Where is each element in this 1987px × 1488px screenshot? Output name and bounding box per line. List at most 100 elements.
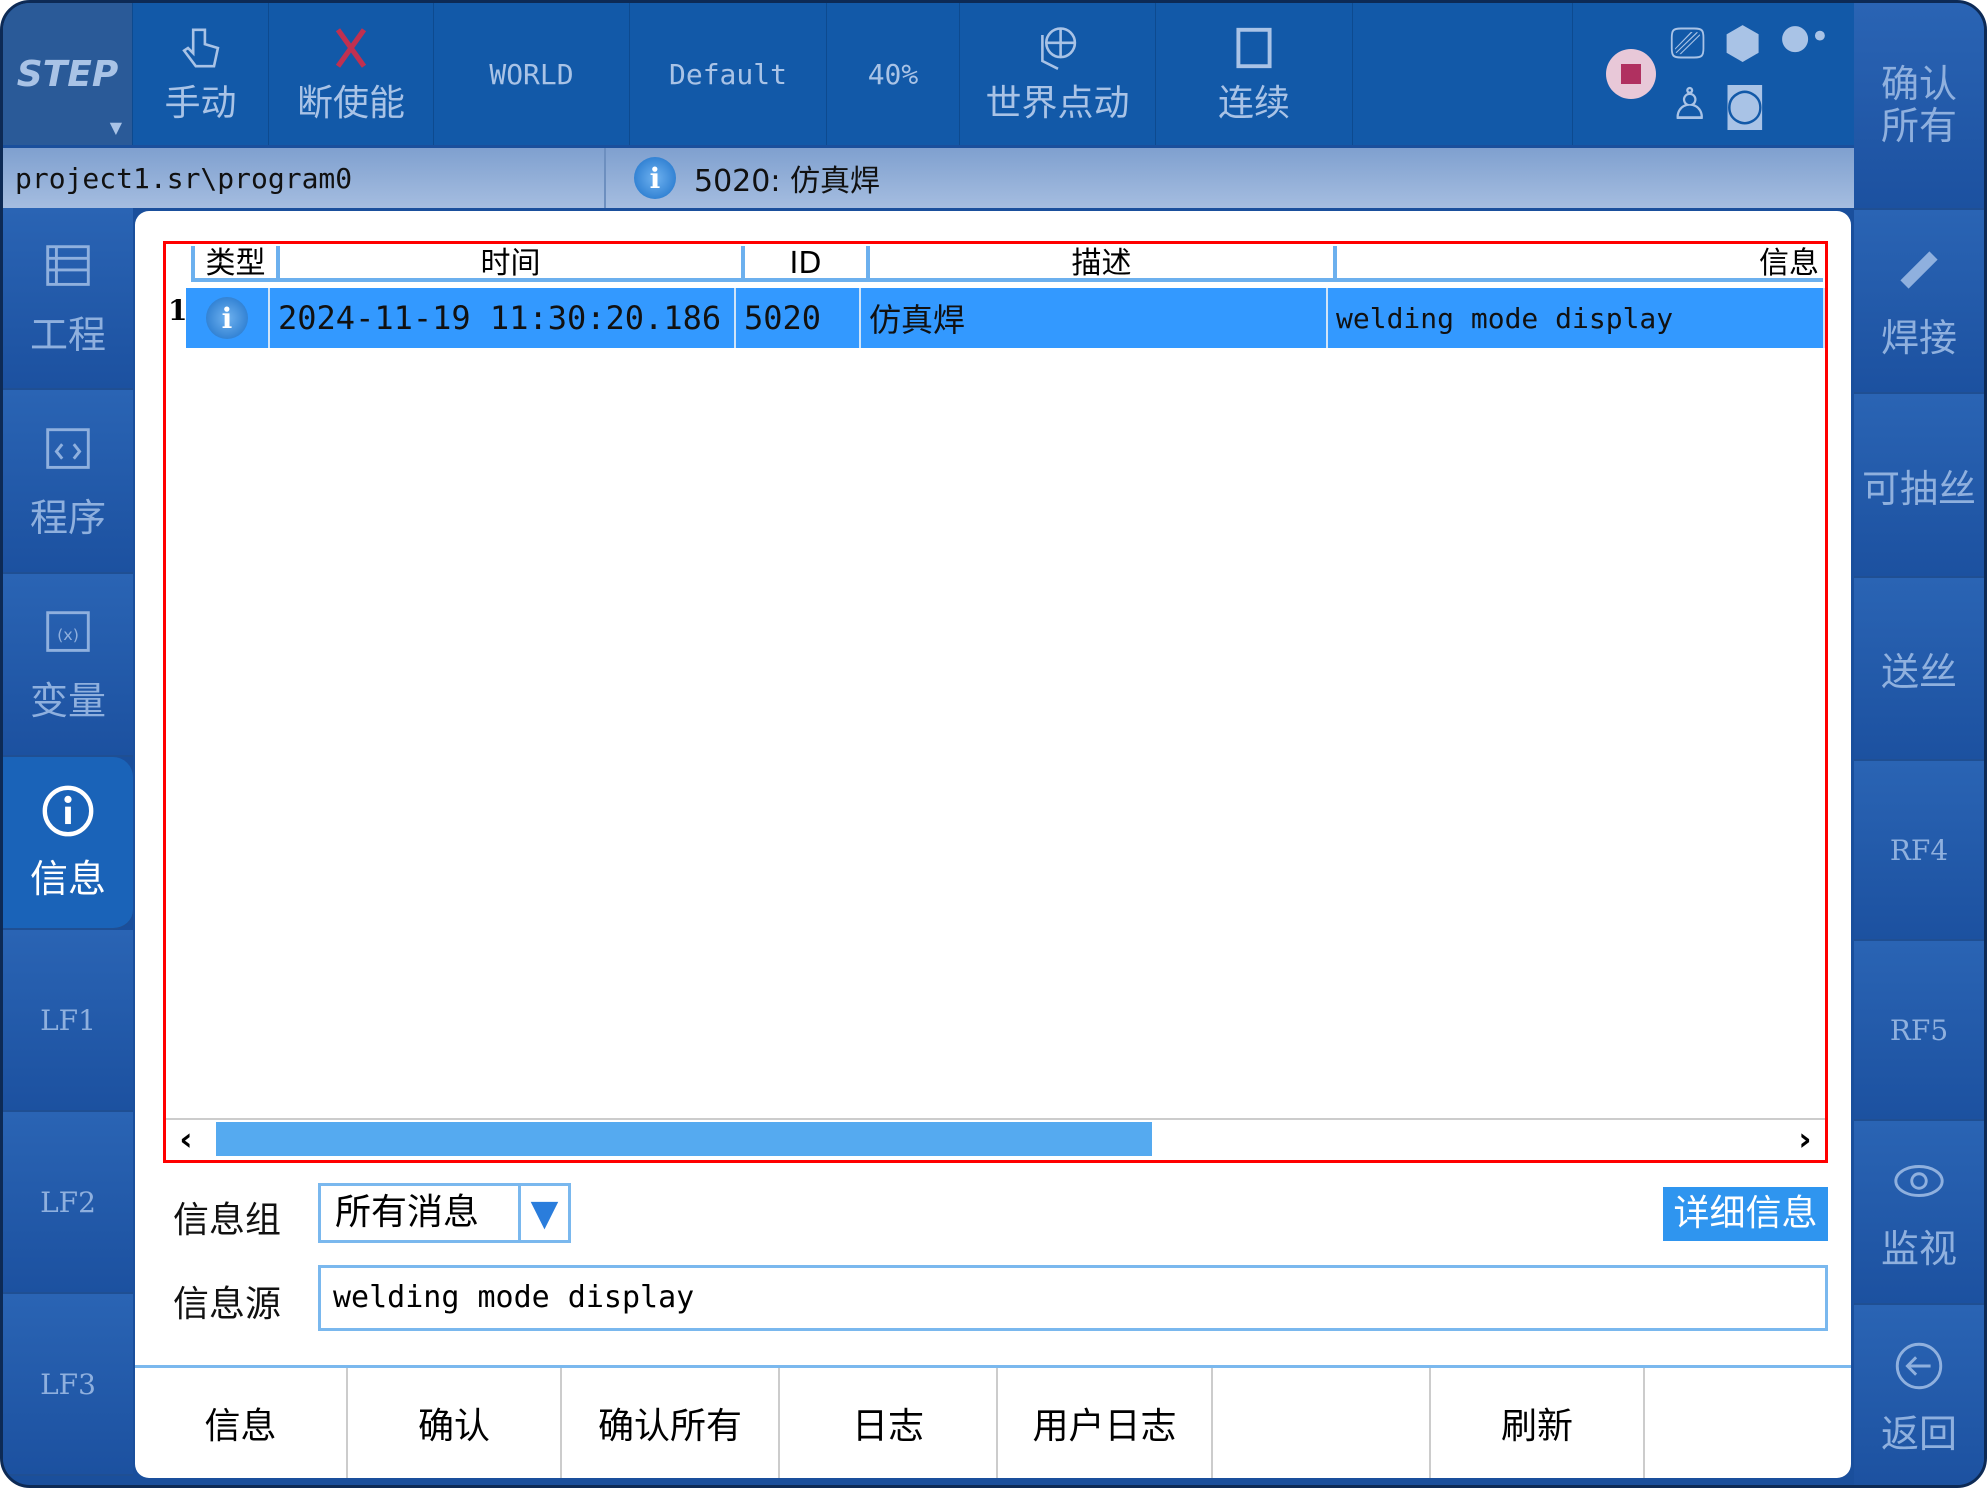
path-bar: project1.sr\program0 i 5020: 仿真焊 bbox=[3, 148, 1863, 208]
manual-button[interactable]: 手动 bbox=[133, 3, 269, 145]
toolbar-spacer bbox=[1353, 3, 1573, 145]
bottom-button-confirm-all[interactable]: 确认所有 bbox=[562, 1368, 780, 1478]
cell-info: welding mode display bbox=[1328, 288, 1825, 348]
globe-icon bbox=[1040, 27, 1076, 70]
tool-button[interactable]: Default bbox=[630, 3, 827, 145]
manual-label: 手动 bbox=[164, 83, 237, 124]
column-header-info[interactable]: 信息 bbox=[1333, 246, 1823, 281]
coord-label: WORLD bbox=[489, 57, 574, 91]
camera-icon[interactable]: ◙ bbox=[1724, 79, 1767, 130]
scrollbar-thumb[interactable] bbox=[216, 1122, 1152, 1156]
app-window: STEP ▼ 手动 断使能 WORLD Default 40% 世界点动 连续 ⎚… bbox=[0, 0, 1987, 1488]
project-list-icon bbox=[46, 244, 90, 286]
bottom-button-empty[interactable] bbox=[1213, 1368, 1431, 1478]
dots-icon: ●• bbox=[1780, 17, 1830, 57]
sidebar-label: 可抽丝 bbox=[1861, 466, 1976, 511]
scroll-right-icon[interactable]: › bbox=[1785, 1120, 1825, 1158]
sidebar-label: LF1 bbox=[40, 1003, 96, 1037]
info-type-icon: i bbox=[206, 297, 248, 339]
column-header-desc[interactable]: 描述 bbox=[866, 246, 1333, 281]
bottom-toolbar: 信息 确认 确认所有 日志 用户日志 刷新 bbox=[135, 1365, 1851, 1478]
column-header-type[interactable]: 类型 bbox=[191, 246, 276, 281]
sidebar-item-lf3[interactable]: LF3 bbox=[3, 1294, 133, 1476]
source-label: 信息源 bbox=[173, 1284, 282, 1325]
continuous-button[interactable]: 连续 bbox=[1156, 3, 1353, 145]
sidebar-item-wire-feed[interactable]: 送丝 bbox=[1854, 578, 1984, 761]
bottom-button-info[interactable]: 信息 bbox=[135, 1368, 348, 1478]
coord-button[interactable]: WORLD bbox=[434, 3, 630, 145]
scroll-left-icon[interactable]: ‹ bbox=[166, 1120, 206, 1158]
hand-icon bbox=[181, 28, 219, 68]
source-field[interactable]: welding mode display bbox=[318, 1265, 1828, 1331]
bottom-button-refresh[interactable]: 刷新 bbox=[1431, 1368, 1645, 1478]
tool-label: Default bbox=[668, 57, 787, 91]
horizontal-scrollbar[interactable]: ‹ › bbox=[166, 1118, 1825, 1158]
jog-button[interactable]: 世界点动 bbox=[960, 3, 1156, 145]
dropdown-arrow-icon[interactable]: ▼ bbox=[518, 1186, 568, 1240]
cell-time: 2024-11-19 11:30:20.186 bbox=[270, 288, 736, 348]
sidebar-item-monitor[interactable]: 监视 bbox=[1854, 1121, 1984, 1305]
sidebar-label: RF4 bbox=[1889, 833, 1949, 867]
sidebar-label: 确认 所有 bbox=[1880, 61, 1957, 148]
detail-button[interactable]: 详细信息 bbox=[1663, 1187, 1828, 1241]
sidebar-item-program[interactable]: 程序 bbox=[3, 390, 133, 574]
left-sidebar: 工程 程序 (x) 变量 信息 LF1 LF2 LF3 bbox=[3, 208, 133, 1476]
speed-button[interactable]: 40% bbox=[827, 3, 960, 145]
continuous-icon bbox=[1236, 27, 1272, 69]
stop-icon[interactable] bbox=[1606, 49, 1657, 99]
sidebar-label: 信息 bbox=[29, 857, 106, 901]
info-icon: i bbox=[634, 157, 676, 199]
sidebar-item-project[interactable]: 工程 bbox=[3, 208, 133, 390]
sidebar-label: LF3 bbox=[40, 1367, 96, 1401]
bottom-button-log[interactable]: 日志 bbox=[780, 1368, 998, 1478]
sidebar-label: 工程 bbox=[29, 312, 106, 357]
group-dropdown[interactable]: 所有消息 ▼ bbox=[318, 1183, 571, 1243]
message-table: 类型 时间 ID 描述 信息 1 i 2024-11-19 11:30:20.1… bbox=[163, 241, 1828, 1163]
cube-icon: ⬢ bbox=[1723, 18, 1762, 69]
speed-label: 40% bbox=[867, 57, 919, 91]
column-header-time[interactable]: 时间 bbox=[276, 246, 741, 281]
current-message[interactable]: 5020: 仿真焊 bbox=[694, 156, 880, 200]
table-header: 类型 时间 ID 描述 信息 bbox=[191, 246, 1823, 282]
column-header-id[interactable]: ID bbox=[741, 246, 866, 281]
dropdown-icon: ▼ bbox=[109, 118, 122, 137]
disabled-robot-icon bbox=[335, 28, 367, 68]
row-number: 1 bbox=[168, 294, 188, 327]
continuous-label: 连续 bbox=[1217, 83, 1290, 124]
sidebar-item-back[interactable]: 返回 bbox=[1854, 1305, 1984, 1485]
svg-text:(x): (x) bbox=[57, 625, 79, 644]
disable-label: 断使能 bbox=[296, 83, 405, 124]
user-icon: ♙ bbox=[1670, 79, 1710, 130]
sidebar-label: 焊接 bbox=[1880, 315, 1957, 360]
bottom-button-empty-2[interactable] bbox=[1645, 1368, 1851, 1478]
program-path: project1.sr\program0 bbox=[3, 148, 606, 208]
cell-desc: 仿真焊 bbox=[861, 288, 1328, 348]
sidebar-label: 程序 bbox=[29, 495, 106, 540]
pendant-icon: ⎚ bbox=[1670, 18, 1706, 69]
sidebar-label: 监视 bbox=[1880, 1226, 1957, 1271]
cell-id: 5020 bbox=[736, 288, 861, 348]
code-icon bbox=[46, 427, 90, 469]
sidebar-label: 返回 bbox=[1880, 1411, 1957, 1456]
bottom-button-confirm[interactable]: 确认 bbox=[348, 1368, 562, 1478]
bottom-button-user-log[interactable]: 用户日志 bbox=[998, 1368, 1213, 1478]
sidebar-item-lf2[interactable]: LF2 bbox=[3, 1112, 133, 1294]
mode-selector[interactable]: STEP ▼ bbox=[3, 3, 133, 145]
sidebar-item-variable[interactable]: (x) 变量 bbox=[3, 574, 133, 757]
sidebar-item-rf5[interactable]: RF5 bbox=[1854, 941, 1984, 1121]
table-row[interactable]: i 2024-11-19 11:30:20.186 5020 仿真焊 weldi… bbox=[186, 288, 1825, 348]
disable-button[interactable]: 断使能 bbox=[269, 3, 434, 145]
mode-label: STEP bbox=[16, 53, 119, 95]
variable-icon: (x) bbox=[46, 611, 90, 652]
sidebar-item-rf4[interactable]: RF4 bbox=[1854, 761, 1984, 941]
confirm-all-top-button[interactable]: 确认 所有 bbox=[1854, 3, 1984, 210]
group-label: 信息组 bbox=[173, 1200, 282, 1241]
sidebar-item-info[interactable]: 信息 bbox=[3, 757, 133, 930]
sidebar-label: 送丝 bbox=[1880, 650, 1957, 694]
sidebar-item-lf1[interactable]: LF1 bbox=[3, 930, 133, 1112]
sidebar-label: RF5 bbox=[1889, 1013, 1949, 1047]
sidebar-item-welding[interactable]: 焊接 bbox=[1854, 210, 1984, 394]
welding-torch-icon bbox=[1900, 250, 1938, 289]
eye-icon bbox=[1894, 1164, 1944, 1197]
sidebar-item-wire-retract[interactable]: 可抽丝 bbox=[1854, 394, 1984, 578]
